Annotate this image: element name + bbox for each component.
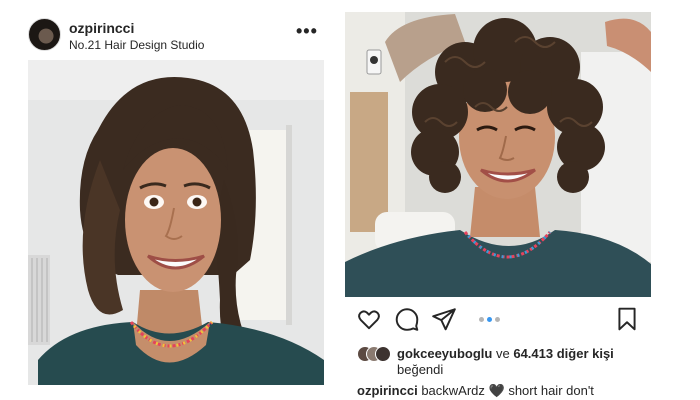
black-heart-emoji: 🖤 xyxy=(488,383,505,398)
post-photo-carousel[interactable] xyxy=(345,12,651,297)
post-location[interactable]: No.21 Hair Design Studio xyxy=(69,38,204,52)
likes-verb: beğendi xyxy=(397,362,444,377)
avatar[interactable] xyxy=(28,18,61,51)
likes-count[interactable]: 64.413 diğer kişi xyxy=(513,346,613,361)
bookmark-icon[interactable] xyxy=(614,306,640,332)
share-paper-plane-icon[interactable] xyxy=(431,306,457,332)
avatar xyxy=(375,346,391,362)
liker-username[interactable]: gokceeyuboglu xyxy=(397,346,492,361)
comment-icon[interactable] xyxy=(394,306,420,332)
woman-wet-hair-photo xyxy=(28,60,324,385)
caption-text-end: short hair don't xyxy=(508,383,594,398)
right-post: gokceeyuboglu ve 64.413 diğer kişi beğen… xyxy=(345,0,700,400)
caption-username[interactable]: ozpirincci xyxy=(357,383,418,398)
post-photo[interactable] xyxy=(28,60,324,385)
woman-curly-hair-photo xyxy=(345,12,651,297)
left-post: ozpirincci No.21 Hair Design Studio ••• xyxy=(0,0,345,400)
more-options-icon[interactable]: ••• xyxy=(296,22,318,40)
heart-icon[interactable] xyxy=(356,306,382,332)
carousel-dot xyxy=(495,317,500,322)
carousel-dot xyxy=(479,317,484,322)
post-username[interactable]: ozpirincci xyxy=(69,20,134,36)
likes-text: gokceeyuboglu ve 64.413 diğer kişi xyxy=(397,346,614,361)
caption-text-start: backwArdz xyxy=(421,383,485,398)
likes-connector: ve xyxy=(495,346,510,361)
post-caption: ozpirincci backwArdz 🖤 short hair don't xyxy=(357,383,594,399)
post-actions-bar xyxy=(345,306,651,336)
carousel-dot-active xyxy=(487,317,492,322)
post-header: ozpirincci No.21 Hair Design Studio ••• xyxy=(28,14,328,52)
